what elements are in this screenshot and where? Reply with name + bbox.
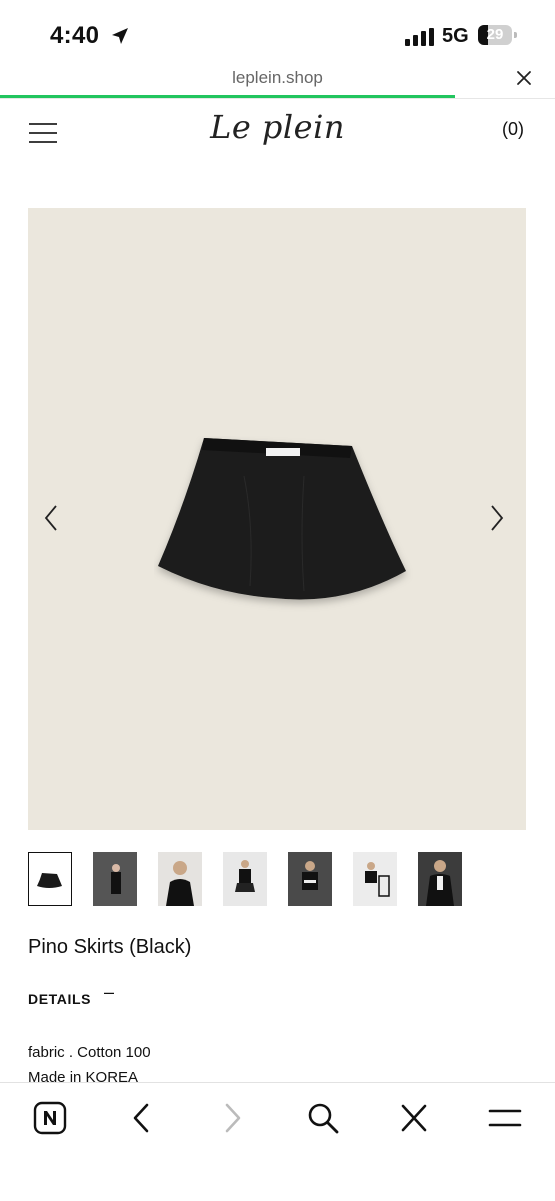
details-collapse-toggle[interactable]: – [104, 982, 114, 1003]
thumbnail-1[interactable] [28, 852, 72, 906]
previous-image-arrow-icon[interactable] [44, 505, 58, 531]
product-name: Pino Skirts (Black) [28, 936, 192, 958]
network-type: 5G [442, 25, 469, 47]
thumbnail-5[interactable] [288, 852, 332, 906]
cart-count[interactable]: (0) [502, 119, 524, 140]
thumbnail-photo [418, 852, 462, 906]
cellular-signal-icon [405, 28, 434, 46]
thumbnail-photo [353, 852, 397, 906]
thumbnail-4[interactable] [223, 852, 267, 906]
site-logo[interactable]: Le plein [0, 108, 555, 146]
thumbnail-7[interactable] [418, 852, 462, 906]
browser-toolbar [0, 1082, 555, 1201]
thumbnail-photo [288, 852, 332, 906]
thumbnail-6[interactable] [353, 852, 397, 906]
divider [0, 98, 555, 99]
next-image-arrow-icon[interactable] [490, 505, 504, 531]
search-icon[interactable] [306, 1101, 340, 1135]
naver-n-icon[interactable] [33, 1101, 67, 1135]
thumbnail-2[interactable] [93, 852, 137, 906]
battery-level: 29 [486, 26, 504, 43]
thumbnail-photo [223, 852, 267, 906]
menu-icon[interactable] [488, 1101, 522, 1135]
close-icon[interactable] [399, 1101, 429, 1135]
battery-icon: 29 [478, 25, 512, 45]
forward-icon[interactable] [222, 1101, 244, 1135]
skirt-image [158, 438, 406, 600]
battery-cap [514, 32, 517, 38]
thumbnail-photo [93, 852, 137, 906]
location-arrow-icon [112, 28, 128, 44]
thumbnail-skirt-icon [37, 873, 62, 888]
back-icon[interactable] [130, 1101, 152, 1135]
fabric-info: fabric . Cotton 100 [28, 1044, 151, 1061]
status-time: 4:40 [50, 22, 100, 49]
thumbnail-photo [158, 852, 202, 906]
url-display[interactable]: leplein.shop [0, 68, 555, 88]
close-icon[interactable] [516, 70, 532, 86]
details-heading[interactable]: DETAILS [28, 991, 91, 1007]
thumbnail-3[interactable] [158, 852, 202, 906]
product-image [28, 208, 526, 830]
